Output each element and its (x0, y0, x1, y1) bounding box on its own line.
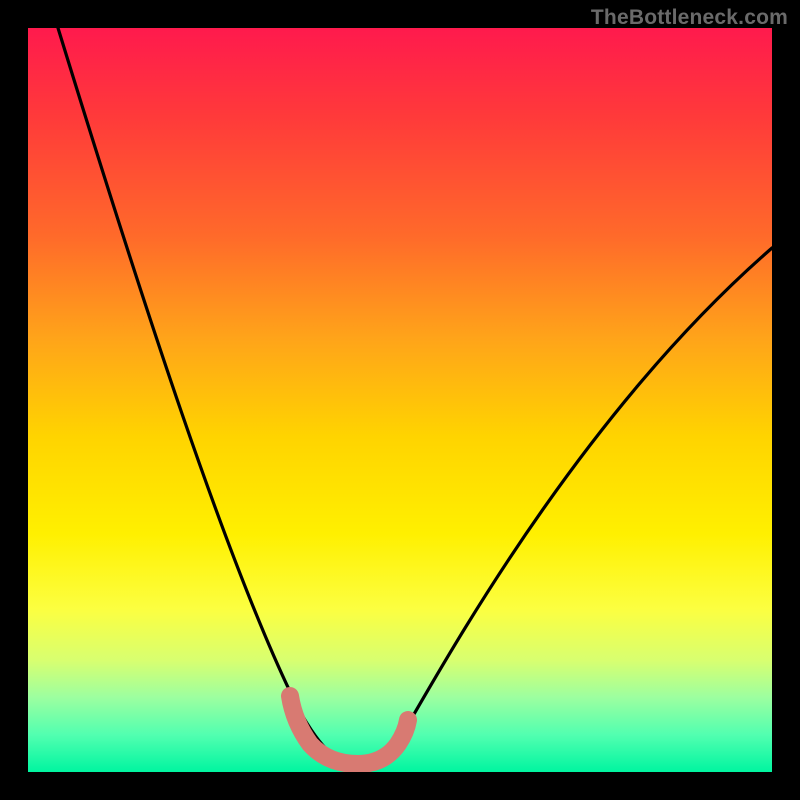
optimal-marker (290, 696, 408, 764)
curve-layer (28, 28, 772, 772)
chart-container: TheBottleneck.com (0, 0, 800, 800)
plot-area (28, 28, 772, 772)
watermark-text: TheBottleneck.com (591, 6, 788, 30)
bottleneck-curve (58, 28, 772, 763)
